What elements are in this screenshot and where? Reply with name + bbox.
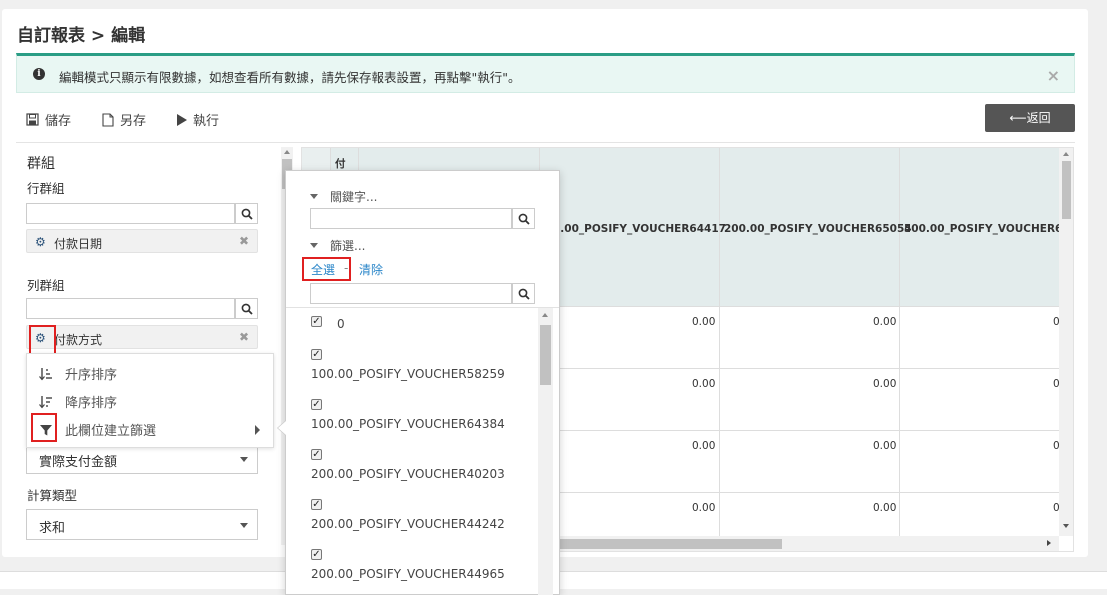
alert-text: 編輯模式只顯示有限數據，如想查看所有數據，請先保存報表設置，再點擊"執行"。 — [59, 70, 521, 85]
grid-hscroll-thumb[interactable] — [557, 539, 782, 549]
row-group-chip-label: 付款日期 — [54, 237, 103, 251]
gear-icon[interactable]: ⚙ — [35, 235, 46, 249]
calc-type-value: 求和 — [39, 521, 66, 536]
option-checkbox[interactable]: ✓ — [311, 349, 322, 360]
info-alert: i 編輯模式只顯示有限數據，如想查看所有數據，請先保存報表設置，再點擊"執行"。… — [16, 53, 1075, 93]
column-group-label: 列群組 — [27, 278, 65, 293]
option-label: 200.00_POSIFY_VOUCHER44965 — [311, 567, 505, 581]
calc-type-label: 計算類型 — [27, 488, 78, 503]
run-button[interactable]: 執行 — [176, 110, 219, 129]
row-group-search-button[interactable] — [235, 203, 258, 224]
grid-corner-label: 付 — [335, 158, 346, 170]
grid-vertical-scrollbar[interactable] — [1059, 148, 1073, 536]
menu-item-sort-descending[interactable]: 降序排序 — [39, 392, 117, 411]
search-icon — [518, 288, 530, 300]
menu-item-label: 此欄位建立篩選 — [65, 424, 157, 439]
filter-highlight-box — [31, 413, 57, 442]
run-label: 執行 — [193, 114, 220, 129]
table-cell: 0.00 — [692, 378, 716, 390]
scroll-up-icon[interactable] — [284, 150, 290, 154]
menu-item-sort-ascending[interactable]: 升序排序 — [39, 364, 117, 383]
caret-down-icon — [310, 243, 318, 248]
option-checkbox[interactable]: ✓ — [311, 399, 322, 410]
remove-chip-icon[interactable]: ✖ — [239, 330, 249, 344]
option-label: 100.00_POSIFY_VOUCHER64384 — [311, 417, 505, 431]
search-icon — [518, 213, 530, 225]
floppy-disk-icon — [26, 113, 39, 126]
table-cell: 0.00 — [692, 316, 716, 328]
scroll-right-icon[interactable] — [1047, 540, 1051, 546]
divider — [16, 142, 1075, 143]
alert-close-button[interactable]: × — [1047, 66, 1060, 85]
option-checkbox[interactable]: ✓ — [311, 499, 322, 510]
field-context-menu: 升序排序 降序排序 此欄位建立篩選 — [26, 353, 274, 448]
option-label: 200.00_POSIFY_VOUCHER44242 — [311, 517, 505, 531]
scroll-up-icon[interactable] — [542, 313, 548, 317]
column-group-chip-label: 付款方式 — [54, 333, 103, 347]
option-search-input[interactable] — [310, 283, 512, 304]
option-label: 200.00_POSIFY_VOUCHER40203 — [311, 467, 505, 481]
scroll-up-icon[interactable] — [1063, 152, 1069, 156]
chevron-down-icon — [240, 523, 248, 528]
caret-down-icon — [310, 194, 318, 199]
option-label: 100.00_POSIFY_VOUCHER58259 — [311, 367, 505, 381]
keyword-search-input[interactable] — [310, 208, 512, 229]
option-checkbox[interactable]: ✓ — [311, 449, 322, 460]
sort-ascending-icon — [39, 367, 52, 380]
popup-pointer-fill — [278, 421, 286, 435]
keyword-label: 關鍵字... — [330, 190, 378, 204]
calc-type-select[interactable]: 求和 — [26, 509, 258, 540]
option-checkbox[interactable]: ✓ — [311, 549, 322, 560]
table-cell: 0.00 — [873, 316, 897, 328]
row-group-search-input[interactable] — [26, 203, 235, 224]
option-search-button[interactable] — [512, 283, 535, 304]
remove-chip-icon[interactable]: ✖ — [239, 234, 249, 248]
search-icon — [241, 303, 253, 315]
filter-popup: 關鍵字... 篩選... 全選 - 清除 ✓ 0 ✓ 100.00_POSIFY… — [277, 170, 560, 595]
sort-descending-icon — [39, 395, 52, 408]
table-cell: 0.00 — [873, 378, 897, 390]
table-cell: 0.00 — [873, 502, 897, 514]
grid-scroll-thumb[interactable] — [1062, 161, 1071, 219]
keyword-search-button[interactable] — [512, 208, 535, 229]
grid-column-header[interactable]: 0.00_POSIFY_VOUCHER64417 — [553, 223, 726, 235]
page-title: 自訂報表 > 編輯 — [17, 26, 146, 46]
value-field-value: 實際支付金額 — [39, 455, 118, 470]
table-cell: 0.00 — [692, 440, 716, 452]
search-icon — [241, 208, 253, 220]
row-group-chip[interactable]: ⚙ 付款日期 ✖ — [26, 229, 258, 253]
column-group-search-button[interactable] — [235, 298, 258, 319]
info-circle-icon: i — [33, 68, 45, 80]
table-cell: 0.00 — [873, 440, 897, 452]
grid-column-header[interactable]: 500.00_POSIFY_VOUCHER650 — [904, 223, 1073, 235]
grid-column-header[interactable]: 200.00_POSIFY_VOUCHER65054 — [724, 223, 912, 235]
document-icon — [102, 112, 114, 127]
save-label: 儲存 — [45, 114, 72, 129]
save-as-button[interactable]: 另存 — [102, 110, 146, 129]
option-checkbox[interactable]: ✓ — [311, 316, 322, 327]
option-scroll-thumb[interactable] — [540, 325, 551, 385]
filter-label: 篩選... — [330, 239, 366, 253]
filter-section-toggle[interactable]: 篩選... — [310, 237, 365, 254]
group-title: 群組 — [27, 156, 55, 172]
submenu-arrow-icon — [255, 425, 260, 435]
table-cell: 0.00 — [692, 502, 716, 514]
option-label: 0 — [337, 317, 345, 331]
clear-link[interactable]: 清除 — [359, 261, 383, 278]
chevron-down-icon — [240, 457, 248, 462]
popup-divider — [286, 307, 559, 308]
link-separator: - — [344, 261, 349, 275]
option-list-scrollbar[interactable] — [538, 308, 553, 595]
row-group-label: 行群組 — [27, 181, 65, 196]
keyword-section-toggle[interactable]: 關鍵字... — [310, 188, 377, 205]
menu-item-label: 升序排序 — [65, 368, 118, 383]
play-icon — [177, 113, 187, 126]
back-button[interactable]: ⟵返回 — [985, 104, 1075, 132]
save-as-label: 另存 — [120, 114, 147, 129]
column-group-search-input[interactable] — [26, 298, 235, 319]
scroll-down-icon[interactable] — [1063, 524, 1069, 528]
save-button[interactable]: 儲存 — [26, 110, 71, 129]
column-group-chip[interactable]: ⚙ 付款方式 ✖ — [26, 325, 258, 349]
menu-item-label: 降序排序 — [65, 396, 118, 411]
